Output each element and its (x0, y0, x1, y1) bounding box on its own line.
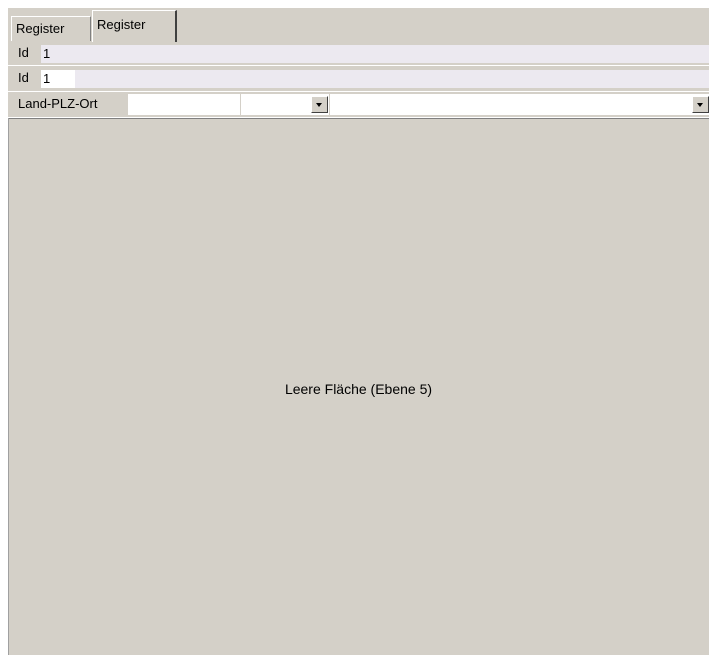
row-land-plz-ort: Land-PLZ-Ort (8, 92, 709, 117)
left-border (8, 118, 9, 655)
chevron-down-icon (316, 103, 322, 107)
id-value-2[interactable]: 1 (41, 70, 75, 88)
window: Register Register Id 1 Id 1 Land-PLZ-Ort (0, 0, 709, 655)
id-value-1: 1 (41, 45, 709, 63)
empty-area-label: Leere Fläche (Ebene 5) (284, 381, 433, 397)
id-label-1: Id (18, 45, 29, 60)
tab-register-1[interactable]: Register (11, 16, 91, 41)
row-id-1: Id 1 (8, 41, 709, 66)
ort-select[interactable] (330, 94, 709, 115)
empty-area: Leere Fläche (Ebene 5) (8, 118, 709, 655)
plz-select[interactable] (241, 94, 329, 115)
row-id-2: Id 1 (8, 66, 709, 91)
chevron-down-icon (697, 103, 703, 107)
id-label-2: Id (18, 70, 29, 85)
land-plz-ort-label: Land-PLZ-Ort (18, 96, 98, 111)
plz-dropdown-button[interactable] (311, 96, 328, 113)
id-field-2[interactable]: 1 (41, 70, 709, 88)
tab-register-2[interactable]: Register (92, 10, 177, 42)
tab-strip: Register Register (0, 0, 709, 42)
ort-dropdown-button[interactable] (692, 96, 709, 113)
land-input[interactable] (128, 94, 240, 115)
